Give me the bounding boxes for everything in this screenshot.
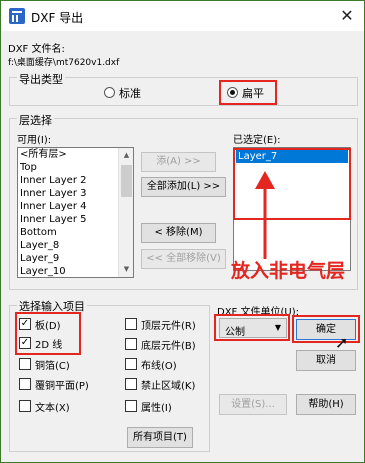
- checkbox-pour-plane-label: 覆铜平面(P): [35, 381, 89, 392]
- list-item[interactable]: Inner Layer 4: [18, 200, 133, 213]
- list-item[interactable]: Inner Layer 3: [18, 187, 133, 200]
- checkbox-bottom-parts-label: 底层元件(B): [141, 341, 196, 352]
- radio-standard[interactable]: 标准: [104, 85, 164, 101]
- checkbox-pour-plane[interactable]: 覆铜平面(P): [19, 377, 109, 392]
- checkbox-bottom-parts-box[interactable]: [125, 338, 137, 350]
- checkbox-attributes-box[interactable]: [125, 400, 137, 412]
- available-label: 可用(I):: [17, 135, 52, 146]
- available-list-scrollbar[interactable]: ▲ ▼: [118, 148, 133, 277]
- checkbox-routing[interactable]: 布线(O): [125, 357, 209, 372]
- layer-selection-label: 层选择: [17, 112, 54, 128]
- annotation-arrow-icon: [255, 171, 275, 259]
- scroll-up-icon[interactable]: ▲: [119, 148, 133, 163]
- checkbox-top-parts-label: 顶层元件(R): [141, 321, 196, 332]
- export-type-label: 导出类型: [17, 71, 65, 87]
- list-item[interactable]: Layer_7: [236, 150, 348, 163]
- radio-flat-label: 扁平: [242, 87, 264, 100]
- title-bar[interactable]: DXF 导出 ✕: [1, 1, 364, 31]
- checkbox-text-label: 文本(X): [35, 403, 70, 414]
- checkbox-attributes-label: 属性(I): [141, 403, 172, 414]
- list-item[interactable]: Inner Layer 5: [18, 213, 133, 226]
- list-item[interactable]: Top: [18, 161, 133, 174]
- checkbox-top-parts[interactable]: 顶层元件(R): [125, 317, 209, 332]
- checkbox-bottom-parts[interactable]: 底层元件(B): [125, 337, 209, 352]
- radio-standard-label: 标准: [119, 87, 141, 100]
- scroll-down-icon[interactable]: ▼: [119, 262, 133, 277]
- remove-all-button[interactable]: << 全部移除(V): [141, 249, 226, 269]
- file-path: f:\桌面缓存\mt7620v1.dxf: [8, 58, 120, 68]
- checkbox-board-box[interactable]: ✓: [19, 318, 31, 330]
- checkbox-text[interactable]: 文本(X): [19, 399, 99, 414]
- app-icon: [9, 8, 25, 24]
- checkbox-routing-box[interactable]: [125, 358, 137, 370]
- radio-standard-circle[interactable]: [104, 87, 115, 98]
- add-all-button[interactable]: 全部添加(L) >>: [141, 177, 226, 197]
- checkbox-routing-label: 布线(O): [141, 361, 177, 372]
- close-icon[interactable]: ✕: [336, 5, 358, 27]
- units-select-value: 公制: [225, 327, 245, 338]
- checkbox-2d-line-box[interactable]: ✓: [19, 337, 31, 349]
- selected-label: 已选定(E):: [233, 135, 281, 146]
- all-items-button[interactable]: 所有项目(T): [127, 427, 193, 448]
- annotation-text: 放入非电气层: [231, 260, 346, 282]
- checkbox-copper-label: 铜箔(C): [35, 361, 70, 372]
- cancel-button[interactable]: 取消: [296, 350, 356, 371]
- checkbox-keepout-box[interactable]: [125, 378, 137, 390]
- radio-flat-circle[interactable]: [227, 87, 238, 98]
- help-button[interactable]: 帮助(H): [296, 394, 356, 415]
- input-items-label: 选择输入项目: [17, 298, 87, 314]
- checkbox-2d-line-label: 2D 线: [35, 340, 63, 351]
- list-item[interactable]: Inner Layer 2: [18, 174, 133, 187]
- add-button[interactable]: 添(A) >>: [141, 152, 216, 172]
- checkbox-attributes[interactable]: 属性(I): [125, 399, 209, 414]
- checkbox-copper[interactable]: 铜箔(C): [19, 357, 99, 372]
- checkbox-text-box[interactable]: [19, 400, 31, 412]
- checkbox-pour-plane-box[interactable]: [19, 378, 31, 390]
- checkbox-copper-box[interactable]: [19, 358, 31, 370]
- list-item[interactable]: Bottom: [18, 226, 133, 239]
- units-select[interactable]: 公制 ▼: [219, 318, 287, 338]
- checkbox-keepout-label: 禁止区域(K): [141, 381, 196, 392]
- dxf-export-dialog: DXF 导出 ✕ DXF 文件名: f:\桌面缓存\mt7620v1.dxf 导…: [0, 0, 365, 463]
- list-item[interactable]: Layer_8: [18, 239, 133, 252]
- list-item[interactable]: <所有层>: [18, 148, 133, 161]
- file-name-label: DXF 文件名:: [8, 44, 65, 55]
- radio-flat[interactable]: 扁平: [227, 85, 277, 101]
- chevron-down-icon: ▼: [274, 323, 281, 332]
- window-title: DXF 导出: [31, 11, 84, 25]
- checkbox-board[interactable]: ✓ 板(D): [19, 317, 79, 332]
- units-label: DXF 文件单位(U):: [217, 307, 299, 318]
- list-item[interactable]: Layer_9: [18, 252, 133, 265]
- remove-button[interactable]: < 移除(M): [141, 223, 216, 243]
- list-item[interactable]: Layer_10: [18, 265, 133, 277]
- available-layers-list[interactable]: <所有层> Top Inner Layer 2 Inner Layer 3 In…: [17, 147, 134, 278]
- settings-button[interactable]: 设置(S)...: [219, 394, 287, 415]
- checkbox-2d-line[interactable]: ✓ 2D 线: [19, 336, 79, 351]
- checkbox-top-parts-box[interactable]: [125, 318, 137, 330]
- checkbox-board-label: 板(D): [35, 321, 61, 332]
- checkbox-keepout[interactable]: 禁止区域(K): [125, 377, 209, 392]
- scroll-thumb[interactable]: [121, 165, 132, 197]
